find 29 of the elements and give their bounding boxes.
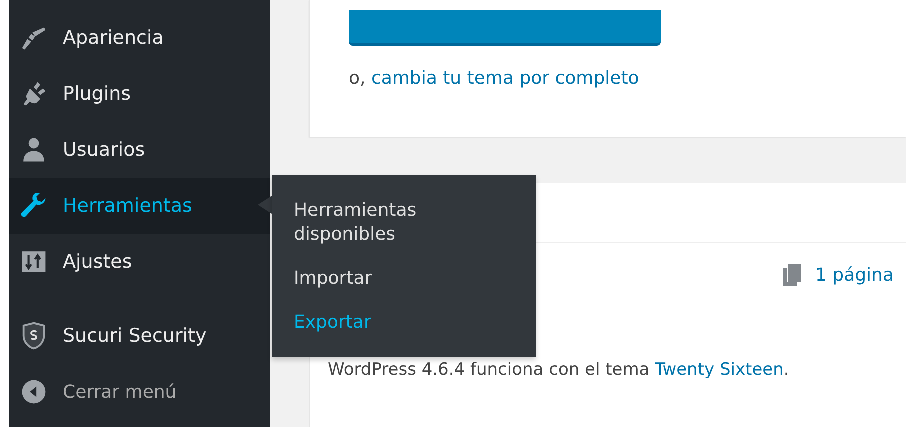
collapse-menu-button[interactable]: Cerrar menú <box>9 364 270 420</box>
menu-item[interactable]: Usuarios <box>9 122 270 178</box>
menu-item[interactable]: Sucuri Security <box>9 308 270 364</box>
change-theme-text: o, cambia tu tema por completo <box>349 68 640 89</box>
pages-count-link[interactable]: 1 página <box>816 264 894 286</box>
submenu-item[interactable]: Exportar <box>294 311 444 335</box>
menu-label: Usuarios <box>63 139 146 161</box>
theme-link[interactable]: Twenty Sixteen <box>655 360 784 380</box>
sliders-icon <box>21 249 47 275</box>
submenu-item[interactable]: Herramientas disponibles <box>294 199 444 247</box>
menu-item[interactable]: Apariencia <box>9 10 270 66</box>
menu-label: Herramientas <box>63 195 192 217</box>
menu-label: Apariencia <box>63 27 164 49</box>
menu-label: Sucuri Security <box>63 325 207 347</box>
version-text: WordPress 4.6.4 funciona con el tema Twenty Sixteen. <box>328 360 790 380</box>
user-icon <box>21 137 47 163</box>
menu-item[interactable]: Herramientas <box>9 178 270 234</box>
plug-icon <box>21 81 47 107</box>
pages-icon <box>782 263 802 287</box>
menu-label: Ajustes <box>63 251 132 273</box>
paintbrush-icon <box>21 25 47 51</box>
wrench-icon <box>21 193 47 219</box>
primary-button[interactable] <box>349 10 661 46</box>
change-theme-link[interactable]: cambia tu tema por completo <box>371 68 640 89</box>
submenu-item[interactable]: Importar <box>294 267 444 291</box>
menu-item[interactable]: Plugins <box>9 66 270 122</box>
menu-item[interactable]: Ajustes <box>9 234 270 290</box>
shield-icon <box>21 322 47 350</box>
menu-label: Plugins <box>63 83 132 105</box>
